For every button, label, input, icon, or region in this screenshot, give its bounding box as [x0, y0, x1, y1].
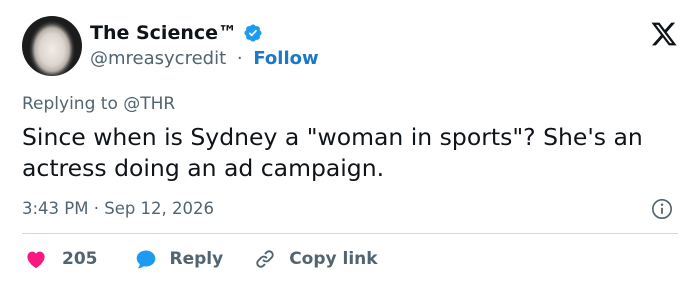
- author-handle[interactable]: @mreasycredit: [90, 48, 226, 69]
- link-icon: [256, 250, 274, 268]
- author-name-row: The Science™: [90, 22, 263, 44]
- speech-bubble-icon: [136, 250, 155, 269]
- divider: [22, 233, 678, 234]
- tweet-text: Since when is Sydney a "woman in sports"…: [22, 123, 643, 182]
- info-icon[interactable]: [651, 198, 673, 220]
- like-button[interactable]: 205: [24, 247, 98, 271]
- avatar[interactable]: [22, 16, 82, 76]
- verified-badge-icon: [244, 24, 262, 42]
- tweet-timestamp[interactable]: 3:43 PM · Sep 12, 2026: [22, 199, 214, 218]
- x-logo-icon[interactable]: [650, 20, 678, 48]
- action-bar: 205 Reply Copy link: [24, 247, 378, 271]
- follow-button[interactable]: Follow: [253, 48, 318, 69]
- reply-button[interactable]: Reply: [134, 247, 224, 271]
- separator-dot: ·: [236, 48, 243, 69]
- reply-label: Reply: [169, 249, 224, 269]
- heart-icon: [27, 251, 45, 269]
- author-display-name[interactable]: The Science™: [90, 22, 237, 44]
- replying-to[interactable]: Replying to @THR: [22, 94, 175, 114]
- copy-link-button[interactable]: Copy link: [253, 247, 378, 271]
- copy-link-label: Copy link: [289, 249, 378, 269]
- author-handle-row: @mreasycredit · Follow: [90, 48, 319, 69]
- like-count: 205: [62, 249, 98, 269]
